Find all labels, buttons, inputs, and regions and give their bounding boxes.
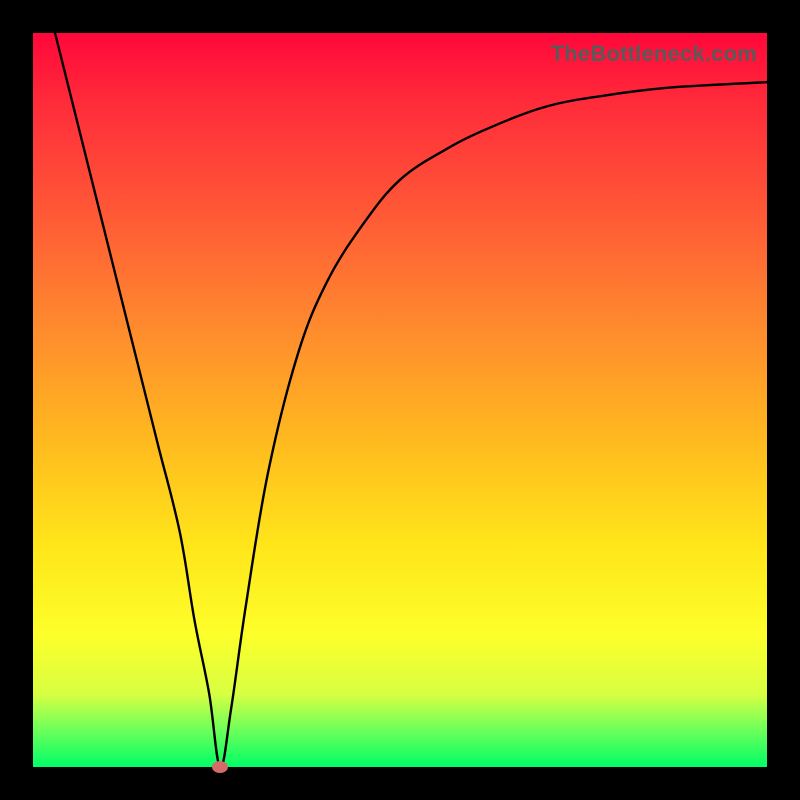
plot-area: TheBottleneck.com [33, 33, 767, 767]
watermark-text: TheBottleneck.com [551, 41, 757, 67]
minimum-marker-icon [212, 761, 228, 773]
bottleneck-curve [33, 33, 767, 767]
chart-frame: TheBottleneck.com [0, 0, 800, 800]
